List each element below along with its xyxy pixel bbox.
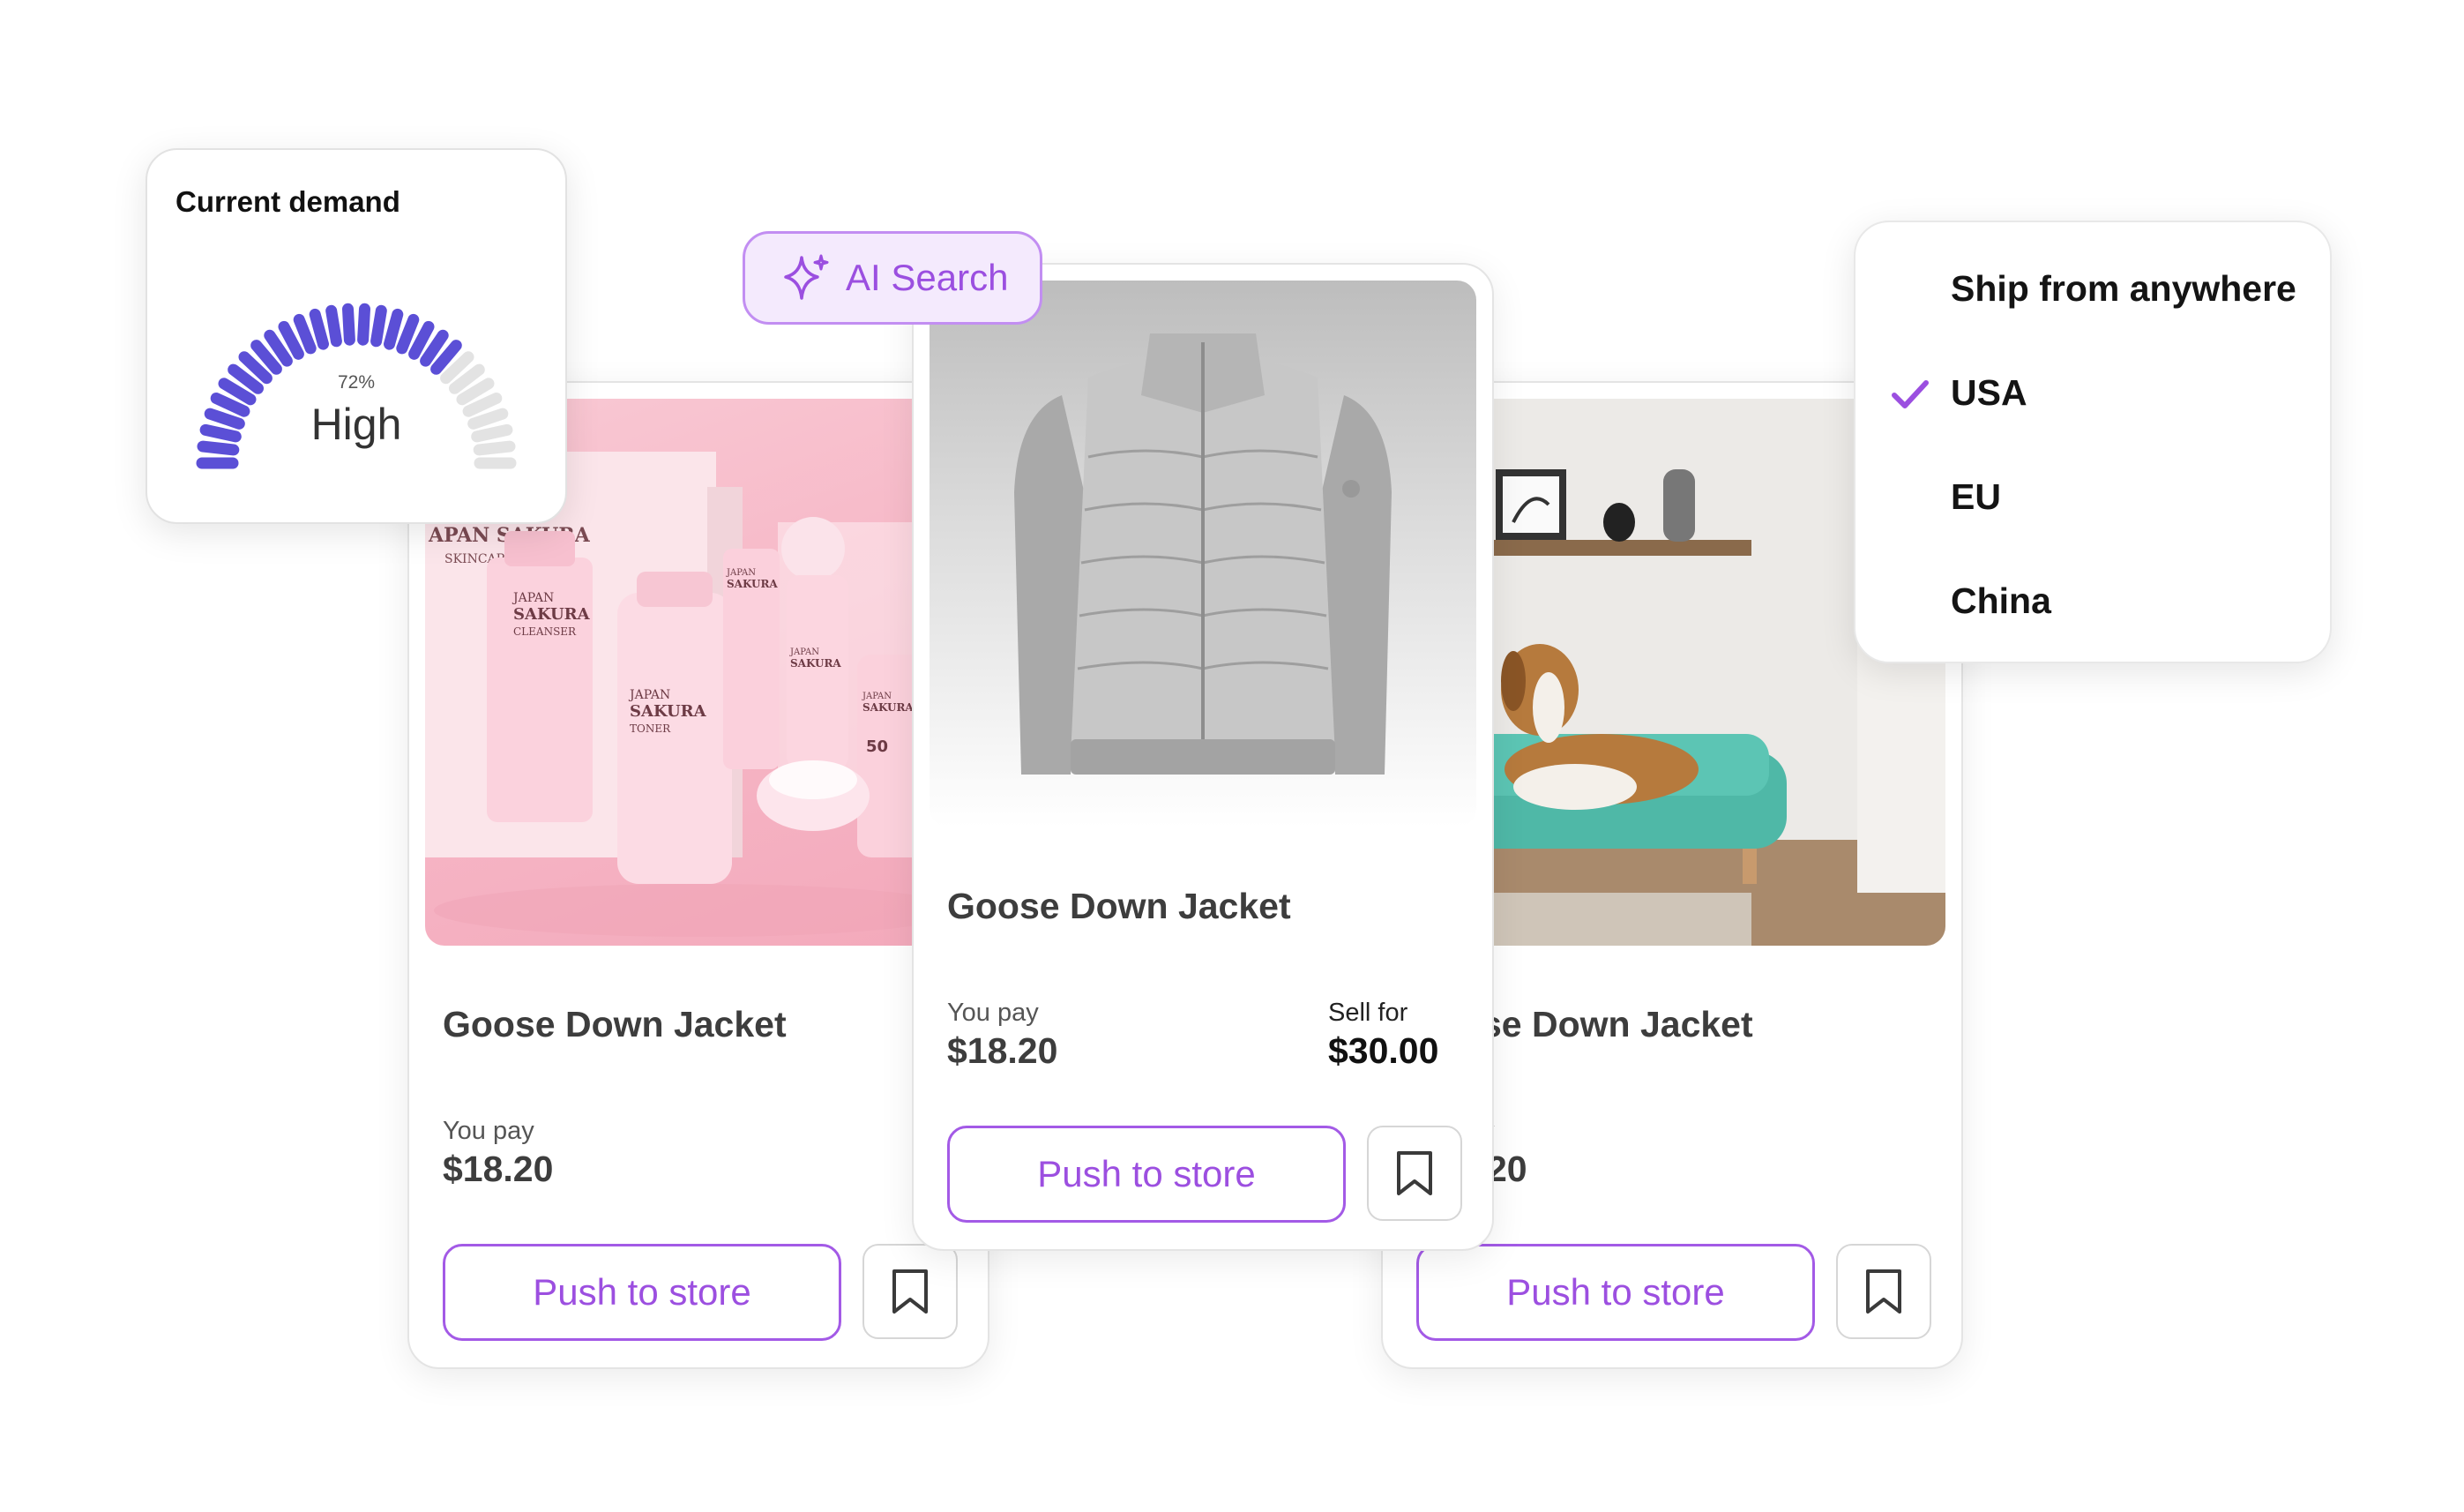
bookmark-icon: [1397, 1151, 1432, 1195]
check-icon: [1892, 380, 1929, 408]
gauge-segment: [342, 303, 355, 346]
gauge-segment: [309, 308, 329, 350]
bookmark-button[interactable]: [862, 1244, 958, 1339]
product-title: Goose Down Jacket: [947, 886, 1291, 926]
gauge-segment: [357, 303, 370, 346]
you-pay-price: $18.20: [947, 1030, 1058, 1071]
gauge-segment: [384, 308, 404, 350]
ship-option-china[interactable]: China: [1951, 580, 2051, 622]
sparkle-icon: [784, 254, 829, 300]
ship-option-eu[interactable]: EU: [1951, 476, 2001, 518]
ai-search-label: AI Search: [846, 257, 1009, 298]
svg-text:SAKURA: SAKURA: [790, 657, 841, 670]
bookmark-button[interactable]: [1836, 1244, 1931, 1339]
svg-text:SAKURA: SAKURA: [727, 578, 778, 590]
svg-text:50: 50: [866, 737, 888, 756]
svg-text:SAKURA: SAKURA: [862, 701, 914, 714]
product-card-left[interactable]: APAN SAKURA SKINCARE SET JAPAN SAKURA CL…: [407, 381, 989, 1369]
svg-text:JAPAN: JAPAN: [862, 692, 892, 701]
current-demand-card: Current demand 72% High: [146, 148, 567, 524]
ship-option-usa[interactable]: USA: [1951, 372, 2027, 414]
gauge-segment: [370, 304, 387, 348]
sell-for-label: Sell for: [1328, 999, 1408, 1027]
svg-text:JAPAN: JAPAN: [511, 591, 554, 605]
svg-text:CLEANSER: CLEANSER: [513, 625, 577, 638]
you-pay-price: $18.20: [443, 1149, 554, 1189]
ai-search-button[interactable]: AI Search: [743, 231, 1042, 325]
svg-text:SAKURA: SAKURA: [513, 605, 591, 624]
bookmark-icon: [892, 1269, 928, 1314]
push-to-store-button[interactable]: Push to store: [947, 1126, 1346, 1223]
push-to-store-button[interactable]: Push to store: [1416, 1244, 1815, 1341]
product-title: se Down Jacket: [1482, 1004, 1753, 1044]
gauge-segment: [325, 304, 342, 348]
bookmark-button[interactable]: [1367, 1126, 1462, 1221]
product-card-center[interactable]: Goose Down Jacket You pay $18.20 Sell fo…: [912, 263, 1494, 1251]
svg-text:TONER: TONER: [630, 722, 671, 735]
demand-gauge: [196, 303, 517, 469]
jacket-photo: [930, 281, 1476, 827]
svg-text:JAPAN: JAPAN: [628, 688, 670, 702]
gauge-segment: [396, 313, 420, 355]
product-title: Goose Down Jacket: [443, 1004, 787, 1044]
demand-percent: 72%: [337, 372, 376, 393]
svg-text:JAPAN: JAPAN: [726, 568, 756, 578]
ship-option-anywhere[interactable]: Ship from anywhere: [1951, 268, 2296, 310]
svg-text:SAKURA: SAKURA: [630, 702, 707, 721]
you-pay-label: You pay: [443, 1117, 534, 1145]
sell-for-price: $30.00: [1328, 1030, 1439, 1071]
you-pay-label: You pay: [947, 999, 1039, 1027]
gauge-segment: [293, 313, 317, 355]
bookmark-icon: [1866, 1269, 1901, 1314]
demand-level: High: [310, 400, 402, 449]
ship-from-dropdown: Ship from anywhere USA EU China: [1854, 221, 2332, 663]
demand-title: Current demand: [175, 185, 400, 218]
push-to-store-button[interactable]: Push to store: [443, 1244, 841, 1341]
svg-text:JAPAN: JAPAN: [789, 647, 819, 657]
